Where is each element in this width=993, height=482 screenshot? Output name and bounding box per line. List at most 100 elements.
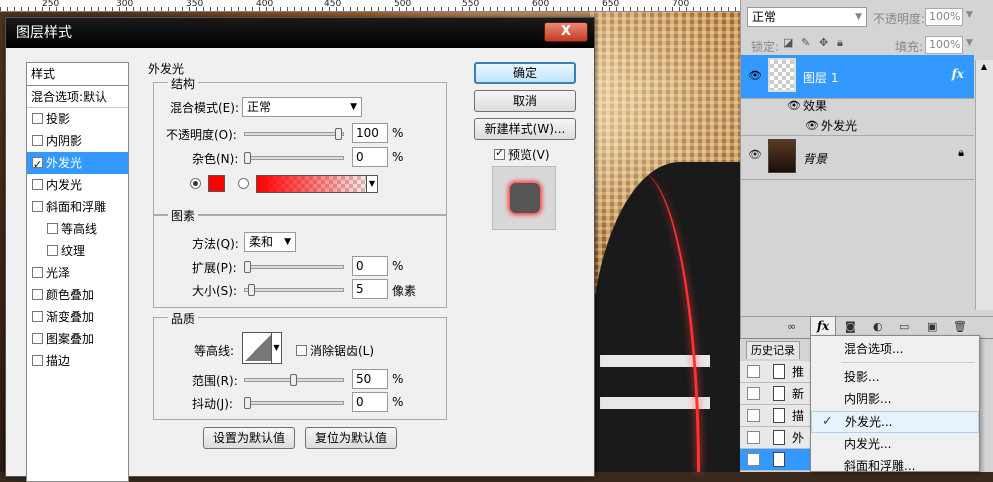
style-item[interactable]: 描边 [27,350,128,372]
eye-icon[interactable]: 👁︎ [787,96,801,116]
slider-knob[interactable] [244,397,251,409]
style-checkbox[interactable] [32,311,43,322]
contour-picker[interactable]: ▼ [242,332,282,364]
style-item[interactable]: 内发光 [27,174,128,196]
history-row[interactable]: 描 [740,405,810,427]
layer-blend-select[interactable]: 正常 ▼ [747,7,867,27]
size-input[interactable]: 5 [352,279,388,299]
styles-header[interactable]: 样式 [27,63,128,86]
style-checkbox[interactable] [32,355,43,366]
opacity-slider[interactable] [244,128,344,140]
chevron-down-icon[interactable]: ▼ [966,38,973,48]
fx-menu-item[interactable]: 内阴影... [811,388,979,410]
history-row[interactable] [740,449,810,471]
style-checkbox[interactable] [32,267,43,278]
antialias-checkbox[interactable] [296,345,307,356]
layer-row-layer1[interactable]: 👁︎ 图层 1 fx [741,55,974,99]
style-item[interactable]: 渐变叠加 [27,306,128,328]
style-item[interactable]: 图案叠加 [27,328,128,350]
style-item[interactable]: 投影 [27,108,128,130]
dialog-titlebar[interactable]: 图层样式 X [6,18,594,48]
glow-color-swatch[interactable] [208,175,225,192]
jitter-slider[interactable] [244,397,344,409]
style-checkbox[interactable] [47,245,58,256]
style-item[interactable]: 外发光 [27,152,128,176]
style-checkbox[interactable] [32,135,43,146]
cancel-button[interactable]: 取消 [474,90,576,112]
style-checkbox[interactable] [32,201,43,212]
fx-menu-item[interactable]: 投影... [811,366,979,388]
history-snapshot-box[interactable] [747,387,760,400]
style-item[interactable]: 纹理 [27,240,128,262]
layers-scrollbar[interactable]: ▲ [975,60,993,310]
range-slider[interactable] [244,374,344,386]
range-input[interactable]: 50 [352,369,388,389]
layer-row-background[interactable]: 👁︎ 背景 🔒︎ [741,136,974,180]
solid-color-radio[interactable] [190,178,201,189]
eye-icon[interactable]: 👁︎ [748,148,762,161]
technique-select[interactable]: 柔和 ▼ [244,232,296,252]
chevron-up-icon[interactable]: ▲ [978,62,990,74]
tab-history[interactable]: 历史记录 [746,341,800,359]
new-layer-icon[interactable]: ▣ [927,320,937,333]
ok-button[interactable]: 确定 [474,62,576,84]
size-slider[interactable] [244,284,344,296]
style-checkbox[interactable] [32,154,43,176]
slider-knob[interactable] [244,261,251,273]
chevron-down-icon[interactable]: ▼ [966,10,973,20]
style-checkbox[interactable] [32,179,43,190]
antialias-checkbox-wrap[interactable]: 消除锯齿(L) [296,342,374,359]
add-style-button[interactable]: fx [810,316,836,336]
style-checkbox[interactable] [32,333,43,344]
fx-menu-item[interactable]: 内发光... [811,433,979,455]
lock-move-icon[interactable]: ✥ [819,36,828,49]
slider-knob[interactable] [248,284,255,296]
jitter-input[interactable]: 0 [352,392,388,412]
history-snapshot-box[interactable] [747,409,760,422]
adjustment-icon[interactable]: ◐ [873,320,883,333]
eye-icon[interactable]: 👁︎ [748,69,762,82]
link-icon[interactable]: ∞ [787,320,796,333]
mask-icon[interactable]: ◙ [845,320,856,333]
lock-all-icon[interactable]: 🔒︎ [837,36,843,50]
eye-icon[interactable]: 👁︎ [805,116,819,136]
reset-default-button[interactable]: 复位为默认值 [305,427,397,449]
history-row[interactable]: 推 [740,361,810,383]
effect-row-outer-glow[interactable]: 👁︎ 外发光 [741,116,974,136]
layer-name[interactable]: 图层 1 [803,69,838,86]
opacity-input[interactable]: 100 [352,123,388,143]
history-row[interactable]: 外 [740,427,810,449]
folder-icon[interactable]: ▭ [899,320,909,333]
style-checkbox[interactable] [32,289,43,300]
lock-transparency-icon[interactable]: ◪ [783,36,793,49]
noise-slider[interactable] [244,152,344,164]
gradient-picker[interactable]: ▼ [256,175,378,193]
style-checkbox[interactable] [47,223,58,234]
fx-menu-item[interactable]: ✓ 外发光... [811,411,979,433]
fx-menu-item[interactable]: 斜面和浮雕... [811,455,979,477]
preview-checkbox-wrap[interactable]: 预览(V) [494,146,550,163]
chevron-down-icon[interactable]: ▼ [271,333,281,363]
fill-input[interactable]: 100% [925,36,963,54]
effects-row[interactable]: 👁︎ 效果 [741,96,974,116]
history-snapshot-box[interactable] [747,453,760,466]
close-button[interactable]: X [544,22,588,42]
slider-knob[interactable] [335,128,342,140]
history-snapshot-box[interactable] [747,431,760,444]
slider-knob[interactable] [244,152,251,164]
style-item[interactable]: 颜色叠加 [27,284,128,306]
layer-opacity-input[interactable]: 100% [925,8,963,26]
history-row[interactable]: 新 [740,383,810,405]
style-checkbox[interactable] [32,113,43,124]
style-item[interactable]: 内阴影 [27,130,128,152]
fx-menu-item[interactable]: 混合选项... [811,338,979,360]
slider-knob[interactable] [289,374,297,386]
make-default-button[interactable]: 设置为默认值 [203,427,295,449]
history-snapshot-box[interactable] [747,365,760,378]
blend-mode-select[interactable]: 正常 ▼ [242,97,362,117]
lock-paint-icon[interactable]: ✎ [801,36,810,49]
layer-name[interactable]: 背景 [803,150,827,167]
spread-input[interactable]: 0 [352,256,388,276]
style-item[interactable]: 光泽 [27,262,128,284]
fx-icon[interactable]: fx [952,67,964,81]
